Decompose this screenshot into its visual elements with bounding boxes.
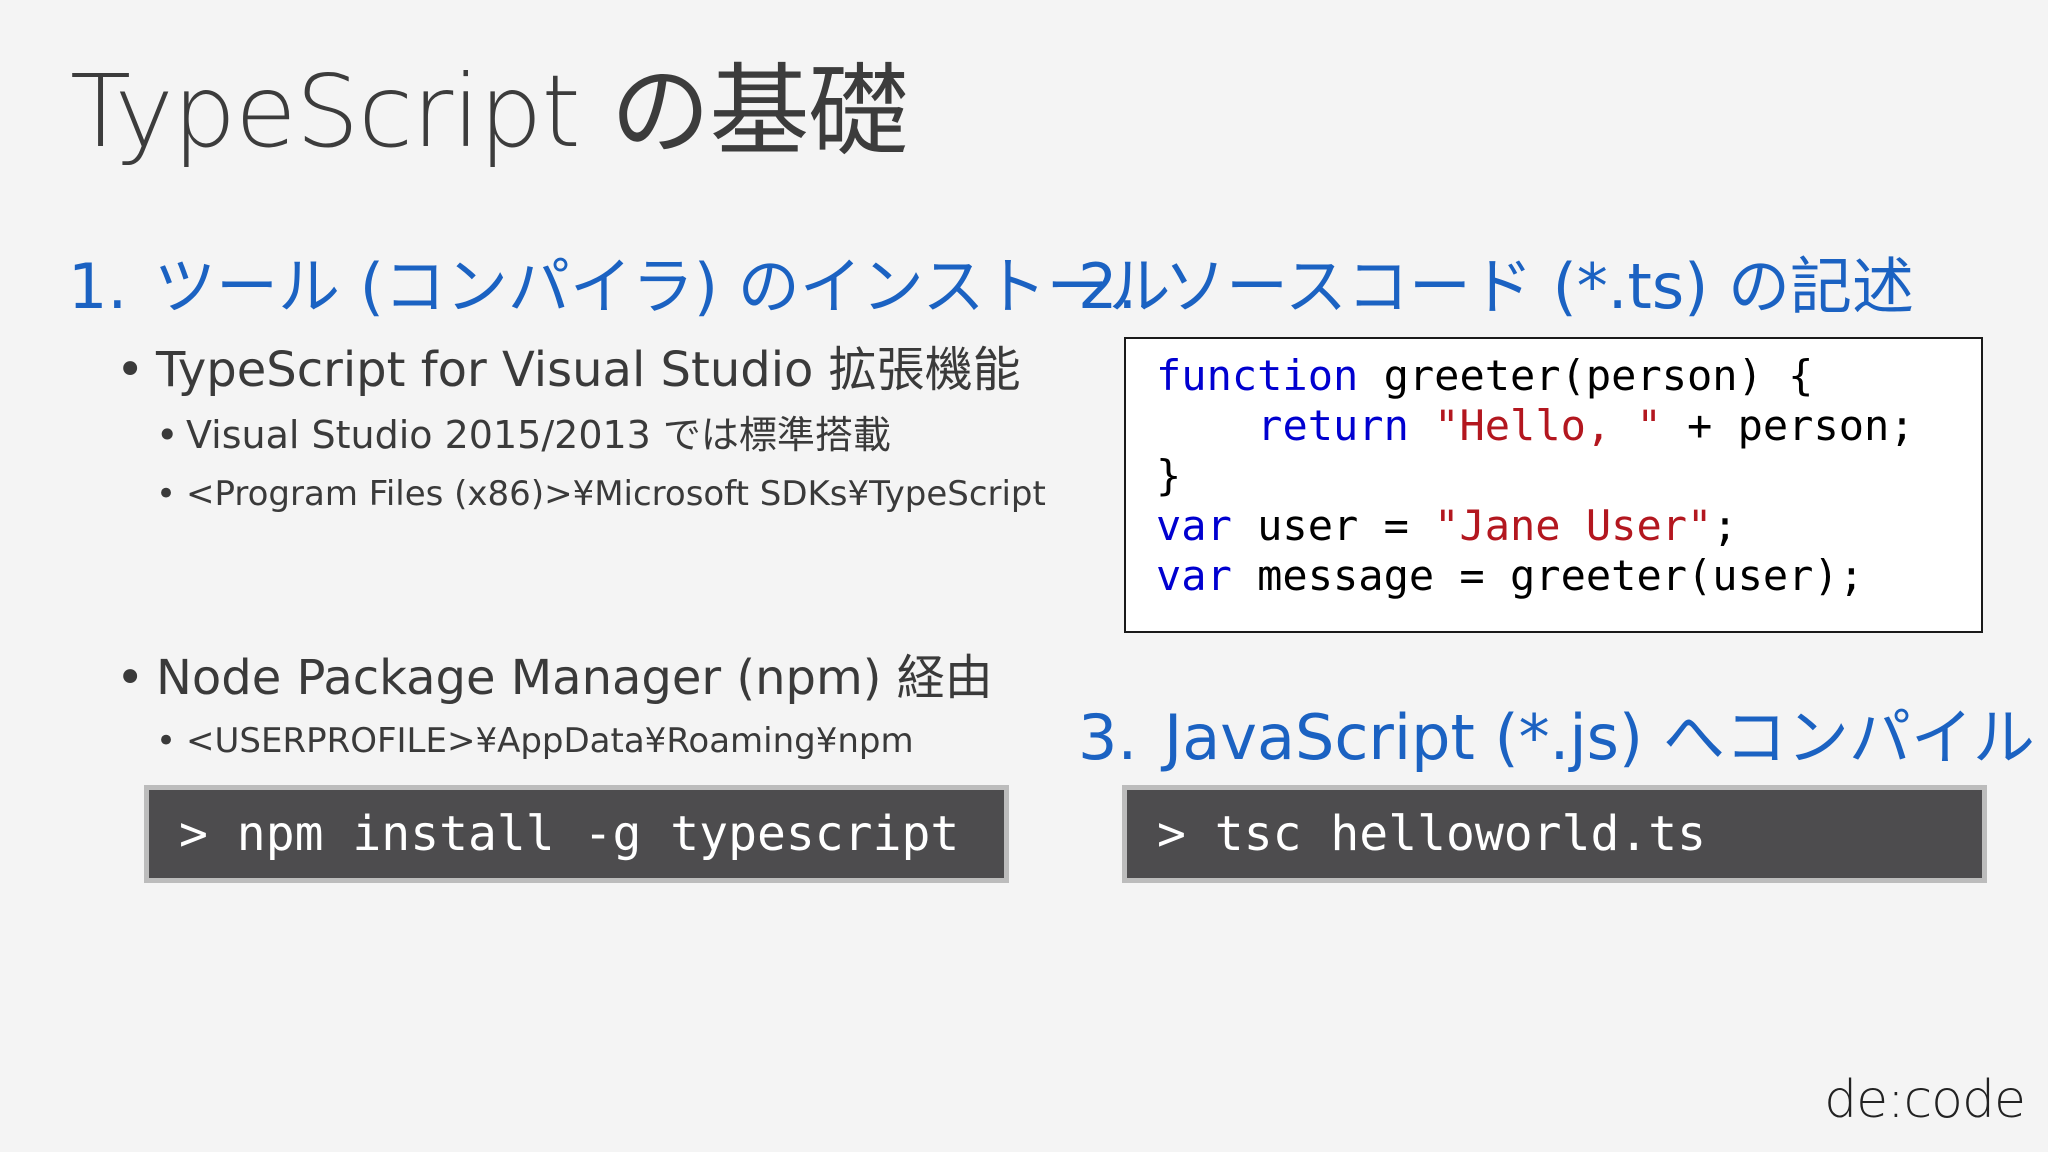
subbullet-vs-path-text: <Program Files (x86)>¥Microsoft SDKs¥Typ… (186, 474, 1046, 514)
subbullet-vs-path: • <Program Files (x86)>¥Microsoft SDKs¥Ty… (156, 474, 1046, 515)
code-line-1: function greeter(person) { (1156, 351, 1981, 401)
code-text: ; (1712, 501, 1738, 550)
code-line-2: return "Hello, " + person; (1156, 401, 1981, 451)
code-text: user = (1231, 501, 1435, 550)
step2-heading-text: ソースコード (*.ts) の記述 (1164, 250, 1915, 323)
step3-heading-text: JavaScript (*.js) へコンパイル (1164, 701, 2035, 774)
step1-heading: 1. ツール (コンパイラ) のインストール (68, 250, 1171, 324)
code-line-4: var user = "Jane User"; (1156, 501, 1981, 551)
code-text: } (1156, 451, 1182, 500)
code-keyword: return (1257, 401, 1409, 450)
subbullet-vs-builtin: • Visual Studio 2015/2013 では標準搭載 (156, 413, 891, 459)
bullet-dot: • (116, 342, 145, 398)
bullet-typescript-vs-text: TypeScript for Visual Studio 拡張機能 (156, 342, 1021, 398)
code-string: "Jane User" (1434, 501, 1713, 550)
bullet-npm-text: Node Package Manager (npm) 経由 (156, 650, 993, 706)
tsc-compile-command: > tsc helloworld.ts (1122, 785, 1987, 883)
code-keyword: function (1156, 351, 1359, 400)
bullet-dot: • (156, 474, 177, 514)
code-text: message = greeter(user); (1231, 551, 1865, 600)
subbullet-npm-path-text: <USERPROFILE>¥AppData¥Roaming¥npm (186, 721, 914, 761)
step3-number: 3. (1078, 701, 1138, 774)
npm-install-command: > npm install -g typescript (144, 785, 1009, 883)
subbullet-vs-builtin-text: Visual Studio 2015/2013 では標準搭載 (186, 413, 891, 457)
code-line-3: } (1156, 451, 1981, 501)
code-string: "Hello, " (1434, 401, 1662, 450)
step2-heading: 2. ソースコード (*.ts) の記述 (1078, 250, 1914, 324)
code-sample: function greeter(person) { return "Hello… (1124, 337, 1983, 633)
code-keyword: var (1156, 551, 1232, 600)
step3-heading: 3. JavaScript (*.js) へコンパイル (1078, 701, 2035, 775)
slide-title: TypeScript の基礎 (70, 53, 909, 170)
code-line-5: var message = greeter(user); (1156, 551, 1981, 601)
bullet-npm: • Node Package Manager (npm) 経由 (116, 650, 993, 708)
code-text: + person; (1661, 401, 1915, 450)
code-text: greeter(person) { (1358, 351, 1814, 400)
bullet-dot: • (156, 721, 177, 761)
bullet-dot: • (156, 413, 179, 457)
subbullet-npm-path: • <USERPROFILE>¥AppData¥Roaming¥npm (156, 721, 914, 762)
step2-number: 2. (1078, 250, 1138, 323)
decode-logo: de:code (1824, 1070, 2026, 1130)
bullet-typescript-vs: • TypeScript for Visual Studio 拡張機能 (116, 342, 1021, 400)
step1-heading-text: ツール (コンパイラ) のインストール (154, 250, 1171, 323)
code-keyword: var (1156, 501, 1232, 550)
bullet-dot: • (116, 650, 145, 706)
step1-number: 1. (68, 250, 128, 323)
